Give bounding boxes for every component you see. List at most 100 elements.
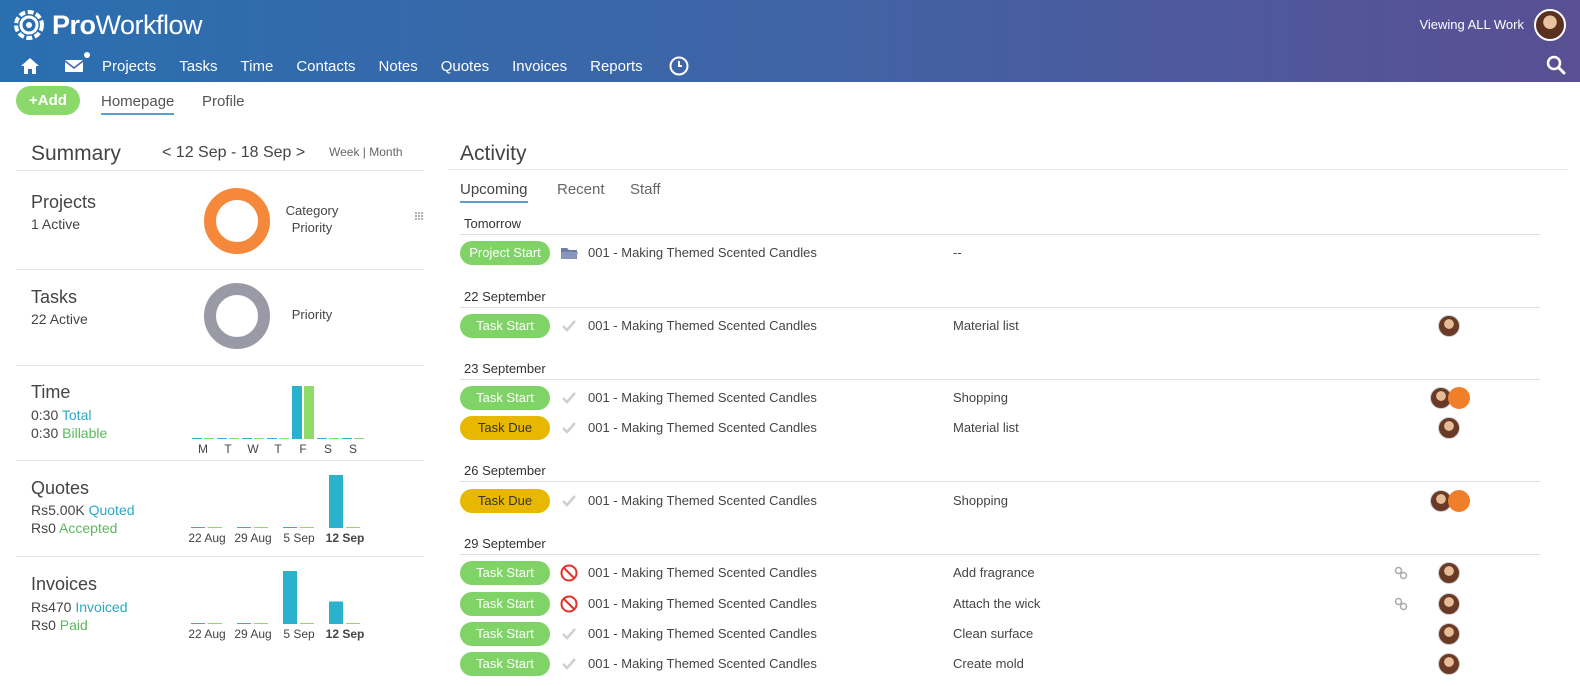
add-button[interactable]: +Add — [16, 86, 80, 115]
week-month-switch[interactable]: Week | Month — [329, 145, 403, 159]
tasks-priority-label[interactable]: Priority — [276, 307, 348, 322]
nav-time[interactable]: Time — [241, 58, 274, 75]
total-bar[interactable] — [192, 438, 202, 439]
tab-staff[interactable]: Staff — [630, 181, 661, 198]
user-avatar[interactable] — [1438, 623, 1460, 645]
event-badge[interactable]: Task Start — [460, 561, 550, 585]
task-name[interactable]: Add fragrance — [953, 565, 1035, 580]
secondary-bar[interactable] — [346, 623, 360, 624]
mail-icon[interactable] — [64, 52, 90, 76]
billable-bar[interactable] — [229, 438, 239, 439]
task-name[interactable]: Shopping — [953, 390, 1008, 405]
user-avatar[interactable] — [1438, 562, 1460, 584]
total-bar[interactable] — [292, 386, 302, 439]
projects-donut[interactable] — [204, 188, 270, 254]
nav-invoices[interactable]: Invoices — [512, 58, 567, 75]
event-badge[interactable]: Task Start — [460, 314, 550, 338]
task-name[interactable]: Shopping — [953, 493, 1008, 508]
primary-bar[interactable] — [329, 475, 343, 528]
billable-bar[interactable] — [304, 386, 314, 439]
user-avatar[interactable] — [1438, 315, 1460, 337]
secondary-bar[interactable] — [346, 527, 360, 528]
billable-bar[interactable] — [254, 438, 264, 439]
secondary-bar[interactable] — [300, 623, 314, 624]
time-bar-chart[interactable]: MTWTFSS — [186, 378, 372, 458]
billable-bar[interactable] — [354, 438, 364, 439]
quotes-title[interactable]: Quotes — [31, 478, 89, 499]
total-bar[interactable] — [317, 438, 327, 439]
primary-bar[interactable] — [283, 571, 297, 624]
task-name[interactable]: Attach the wick — [953, 596, 1040, 611]
tasks-donut[interactable] — [204, 283, 270, 349]
total-bar[interactable] — [217, 438, 227, 439]
billable-bar[interactable] — [329, 438, 339, 439]
search-icon[interactable] — [1546, 55, 1566, 75]
invoices-title[interactable]: Invoices — [31, 574, 97, 595]
projects-category-label[interactable]: Category — [276, 203, 348, 218]
project-link[interactable]: 001 - Making Themed Scented Candles — [588, 390, 817, 405]
total-bar[interactable] — [342, 438, 352, 439]
project-link[interactable]: 001 - Making Themed Scented Candles — [588, 318, 817, 333]
activity-row[interactable]: Task Due 001 - Making Themed Scented Cand… — [460, 489, 1540, 513]
nav-tasks[interactable]: Tasks — [179, 58, 217, 75]
activity-row[interactable]: Task Start 001 - Making Themed Scented Ca… — [460, 314, 1540, 338]
event-badge[interactable]: Task Start — [460, 592, 550, 616]
time-title[interactable]: Time — [31, 382, 70, 403]
activity-row[interactable]: Task Due 001 - Making Themed Scented Cand… — [460, 416, 1540, 440]
invoices-bar-chart[interactable]: 22 Aug 29 Aug 5 Sep 12 Sep — [186, 566, 372, 644]
event-badge[interactable]: Project Start — [460, 241, 550, 265]
primary-bar[interactable] — [329, 601, 343, 624]
task-name[interactable]: Create mold — [953, 656, 1024, 671]
event-badge[interactable]: Task Due — [460, 416, 550, 440]
viewing-filter[interactable]: Viewing ALL Work — [1419, 17, 1524, 32]
tab-upcoming[interactable]: Upcoming — [460, 181, 528, 203]
task-name[interactable]: Clean surface — [953, 626, 1033, 641]
primary-bar[interactable] — [191, 527, 205, 528]
secondary-bar[interactable] — [254, 527, 268, 528]
drag-handle-icon[interactable] — [414, 211, 424, 221]
tab-profile[interactable]: Profile — [202, 93, 245, 110]
nav-notes[interactable]: Notes — [379, 58, 418, 75]
billable-bar[interactable] — [204, 438, 214, 439]
date-range-nav[interactable]: < 12 Sep - 18 Sep > — [162, 144, 305, 162]
total-bar[interactable] — [267, 438, 277, 439]
task-name[interactable]: Material list — [953, 318, 1019, 333]
project-link[interactable]: 001 - Making Themed Scented Candles — [588, 493, 817, 508]
nav-quotes[interactable]: Quotes — [441, 58, 489, 75]
task-name[interactable]: Material list — [953, 420, 1019, 435]
clock-icon[interactable] — [669, 56, 689, 76]
tab-homepage[interactable]: Homepage — [101, 93, 175, 115]
nav-reports[interactable]: Reports — [590, 58, 643, 75]
activity-row[interactable]: Task Start 001 - Making Themed Scented Ca… — [460, 622, 1540, 646]
quotes-bar-chart[interactable]: 22 Aug 29 Aug 5 Sep 12 Sep — [186, 470, 372, 548]
activity-row[interactable]: Task Start 001 - Making Themed Scented Ca… — [460, 561, 1540, 585]
link-icon[interactable] — [1394, 597, 1408, 611]
primary-bar[interactable] — [191, 623, 205, 624]
project-link[interactable]: 001 - Making Themed Scented Candles — [588, 245, 817, 260]
event-badge[interactable]: Task Due — [460, 489, 550, 513]
project-link[interactable]: 001 - Making Themed Scented Candles — [588, 420, 817, 435]
project-link[interactable]: 001 - Making Themed Scented Candles — [588, 565, 817, 580]
nav-contacts[interactable]: Contacts — [296, 58, 355, 75]
event-badge[interactable]: Task Start — [460, 622, 550, 646]
org-avatar[interactable] — [1448, 387, 1470, 409]
user-avatar[interactable] — [1438, 417, 1460, 439]
activity-row[interactable]: Task Start 001 - Making Themed Scented Ca… — [460, 386, 1540, 410]
secondary-bar[interactable] — [208, 623, 222, 624]
projects-priority-label[interactable]: Priority — [276, 220, 348, 235]
secondary-bar[interactable] — [254, 623, 268, 624]
org-avatar[interactable] — [1448, 490, 1470, 512]
primary-bar[interactable] — [283, 527, 297, 528]
activity-row[interactable]: Project Start 001 - Making Themed Scented… — [460, 241, 1540, 265]
home-icon[interactable] — [20, 56, 40, 76]
link-icon[interactable] — [1394, 566, 1408, 580]
secondary-bar[interactable] — [208, 527, 222, 528]
primary-bar[interactable] — [237, 527, 251, 528]
nav-projects[interactable]: Projects — [102, 58, 156, 75]
tab-recent[interactable]: Recent — [557, 181, 605, 198]
event-badge[interactable]: Task Start — [460, 386, 550, 410]
primary-bar[interactable] — [237, 623, 251, 624]
billable-bar[interactable] — [279, 438, 289, 439]
project-link[interactable]: 001 - Making Themed Scented Candles — [588, 626, 817, 641]
user-avatar[interactable] — [1534, 9, 1566, 41]
